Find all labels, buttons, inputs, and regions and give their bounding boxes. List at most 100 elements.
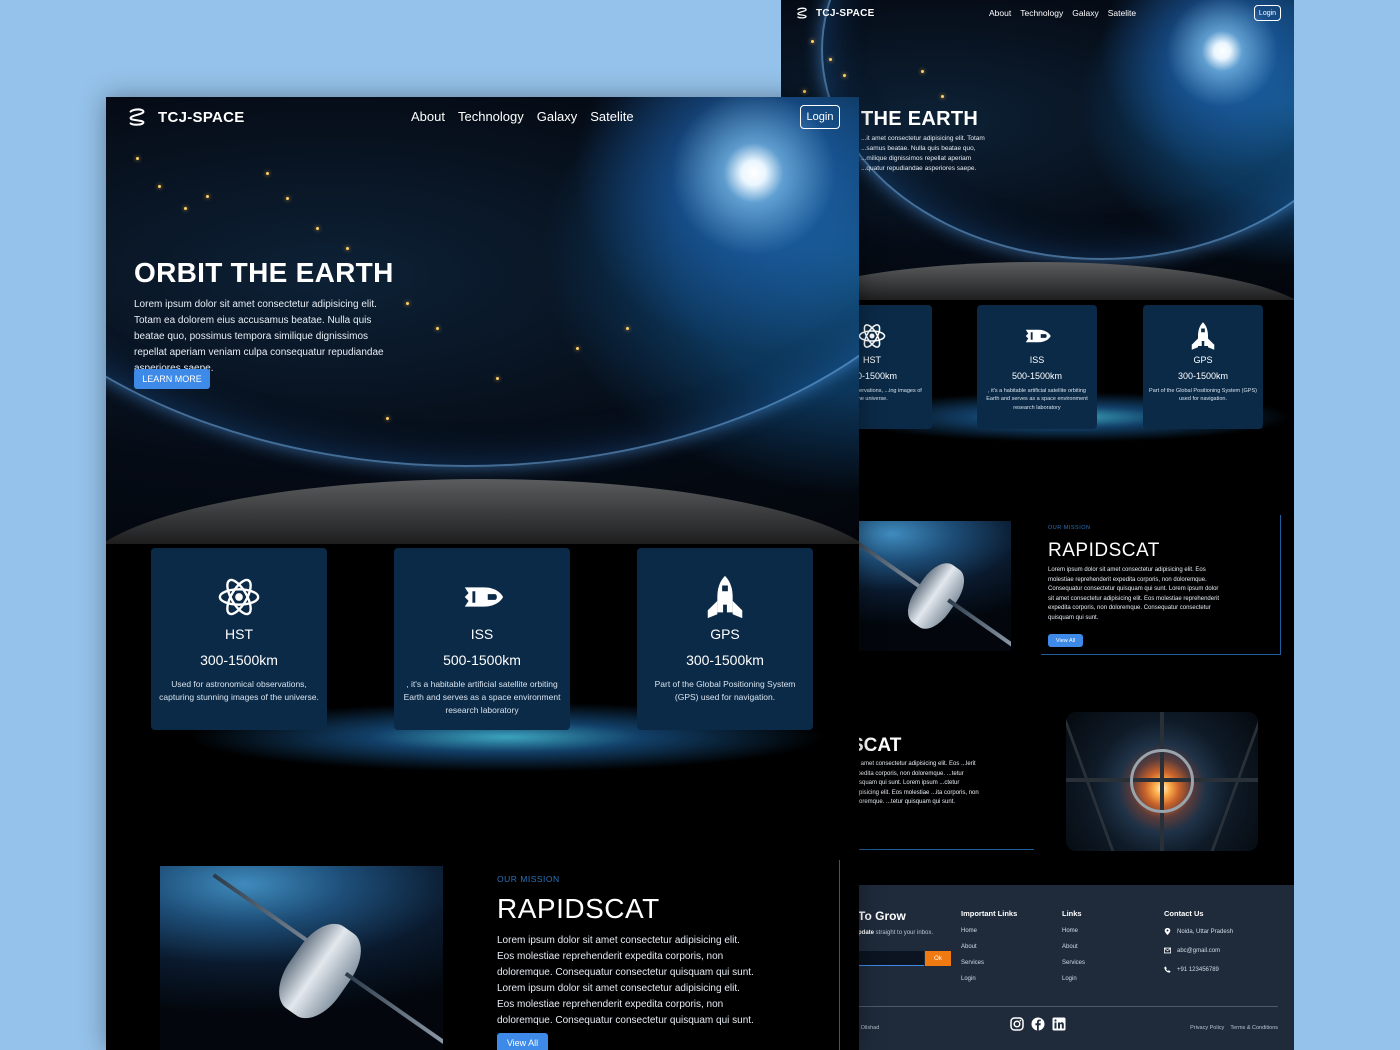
atom-icon	[218, 578, 260, 616]
mission-text: Lorem ipsum dolor sit amet consectetur a…	[497, 935, 754, 1026]
mission-kicker: OUR MISSION	[1048, 525, 1091, 531]
footer-link-login[interactable]: Login	[961, 976, 1017, 982]
footer-link-about[interactable]: About	[1062, 944, 1085, 950]
newsletter-email-input[interactable]	[858, 951, 924, 966]
card-name: ISS	[470, 626, 494, 642]
phone-icon	[1164, 966, 1171, 973]
nav-galaxy[interactable]: Galaxy	[537, 109, 577, 124]
linkedin-icon[interactable]	[1052, 1017, 1066, 1031]
login-button[interactable]: Login	[800, 105, 840, 129]
footer-link-services[interactable]: Services	[961, 960, 1017, 966]
brand[interactable]: TCJ-SPACE	[126, 106, 245, 128]
footer-link-home[interactable]: Home	[961, 928, 1017, 934]
contact-location-text: Noida, Uttar Pradesh	[1177, 928, 1234, 935]
card-description: Used for astronomical observations, capt…	[159, 679, 319, 702]
mission-title: RAPIDSCAT	[1048, 540, 1160, 561]
footer-sub-bold: pdate	[858, 930, 875, 936]
newsletter-ok-button[interactable]: Ok	[925, 951, 951, 966]
mission2-text: ...it amet consectetur adipisicing elit.…	[851, 761, 979, 806]
footer-legal: Privacy Policy Terms & Conditions	[1190, 1025, 1278, 1031]
hero-description: Lorem ipsum dolor sit amet consectetur a…	[134, 299, 384, 374]
footer-col-title: Contact Us	[1164, 909, 1204, 918]
footer-link-services[interactable]: Services	[1062, 960, 1085, 966]
card-iss: ISS 500-1500km , it's a habitable artifi…	[394, 548, 570, 730]
footer-col-title: Links	[1062, 909, 1082, 918]
learn-more-button[interactable]: LEARN MORE	[134, 369, 210, 389]
facebook-icon[interactable]	[1031, 1017, 1045, 1031]
card-description: Part of the Global Positioning System (G…	[654, 679, 796, 702]
card-name: ISS	[1029, 355, 1045, 365]
instagram-icon[interactable]	[1010, 1017, 1024, 1031]
top-navbar: TCJ-SPACE About Technology Galaxy Sateli…	[106, 97, 859, 137]
terms-link[interactable]: Terms & Conditions	[1230, 1025, 1278, 1031]
footer-link-login[interactable]: Login	[1062, 976, 1085, 982]
card-range: 500-1500km	[1011, 371, 1063, 381]
card-name: HST	[225, 626, 253, 642]
footer-important-links: Important Links Home About Services Logi…	[961, 909, 1017, 992]
satellite-graphic	[899, 555, 973, 637]
hero-section: TCJ-SPACE About Technology Galaxy Sateli…	[106, 97, 859, 544]
card-range: 500-1500km	[443, 652, 521, 668]
view-all-button[interactable]: View All	[497, 1033, 548, 1050]
nav-technology[interactable]: Technology	[458, 109, 524, 124]
swirl-logo-icon	[797, 7, 807, 19]
nav-galaxy[interactable]: Galaxy	[1072, 8, 1098, 18]
top-navbar: TCJ-SPACE About Technology Galaxy Sateli…	[781, 0, 1294, 28]
card-name: GPS	[710, 626, 740, 642]
contact-location: Noida, Uttar Pradesh	[1164, 928, 1233, 935]
login-button[interactable]: Login	[1254, 5, 1281, 21]
mail-icon	[1164, 947, 1171, 954]
card-description: Part of the Global Positioning System (G…	[1149, 388, 1257, 403]
nav-links: About Technology Galaxy Satelite	[411, 109, 634, 124]
card-description: , it's a habitable artificial satellite …	[986, 388, 1088, 411]
rapidscat-image	[160, 866, 443, 1050]
iss-cupola-image	[1066, 712, 1258, 851]
footer-grow-title: To Grow	[858, 909, 906, 923]
space-shuttle-icon	[1025, 329, 1051, 343]
nav-links: About Technology Galaxy Satelite	[989, 8, 1136, 18]
contact-email: abc@gmail.com	[1164, 947, 1233, 954]
nav-about[interactable]: About	[411, 109, 445, 124]
nav-satelite[interactable]: Satelite	[590, 109, 633, 124]
card-gps: GPS 300-1500km Part of the Global Positi…	[637, 548, 813, 730]
card-range: 300-1500km	[686, 652, 764, 668]
privacy-policy-link[interactable]: Privacy Policy	[1190, 1025, 1224, 1031]
footer-link-home[interactable]: Home	[1062, 928, 1085, 934]
card-range: 300-1500km	[200, 652, 278, 668]
hero-title: THE EARTH	[861, 108, 979, 130]
card-iss: ISS 500-1500km , it's a habitable artifi…	[977, 305, 1097, 429]
front-page-mockup: TCJ-SPACE About Technology Galaxy Sateli…	[106, 97, 859, 1050]
card-hst: HST 300-1500km Used for astronomical obs…	[151, 548, 327, 730]
contact-email-text: abc@gmail.com	[1177, 947, 1221, 954]
rocket-icon	[707, 575, 743, 619]
brand-name: TCJ-SPACE	[158, 108, 245, 126]
footer-contact: Contact Us Noida, Uttar Pradesh abc@gmai…	[1164, 909, 1233, 985]
footer-link-about[interactable]: About	[961, 944, 1017, 950]
view-all-button[interactable]: View All	[1048, 634, 1083, 647]
nav-technology[interactable]: Technology	[1020, 8, 1063, 18]
brand-name: TCJ-SPACE	[816, 7, 875, 19]
nav-about[interactable]: About	[989, 8, 1011, 18]
card-description: , it's a habitable artificial satellite …	[403, 679, 561, 715]
mission2-divider	[851, 849, 1034, 850]
card-gps: GPS 300-1500km Part of the Global Positi…	[1143, 305, 1263, 429]
footer-sub-rest: straight to your inbox.	[874, 930, 934, 936]
nav-satelite[interactable]: Satelite	[1108, 8, 1136, 18]
hero-title: ORBIT THE EARTH	[134, 257, 394, 288]
rocket-icon	[1191, 322, 1215, 350]
footer-links: Links Home About Services Login	[1062, 909, 1085, 992]
atom-icon	[858, 324, 886, 348]
contact-phone-text: +91 123456789	[1177, 966, 1219, 973]
social-links	[1010, 1017, 1066, 1031]
mission-kicker: OUR MISSION	[497, 874, 560, 884]
mission-text: Lorem ipsum dolor sit amet consectetur a…	[1048, 567, 1220, 621]
brand[interactable]: TCJ-SPACE	[795, 6, 875, 20]
card-range: 300-1500km	[1177, 371, 1229, 381]
moon-surface	[106, 479, 859, 544]
footer: To Grow pdate straight to your inbox. Ok…	[841, 885, 1294, 1050]
footer-divider	[858, 1006, 1278, 1007]
card-name: GPS	[1193, 355, 1213, 365]
contact-phone: +91 123456789	[1164, 966, 1233, 973]
location-pin-icon	[1164, 928, 1171, 935]
swirl-logo-icon	[129, 108, 145, 126]
